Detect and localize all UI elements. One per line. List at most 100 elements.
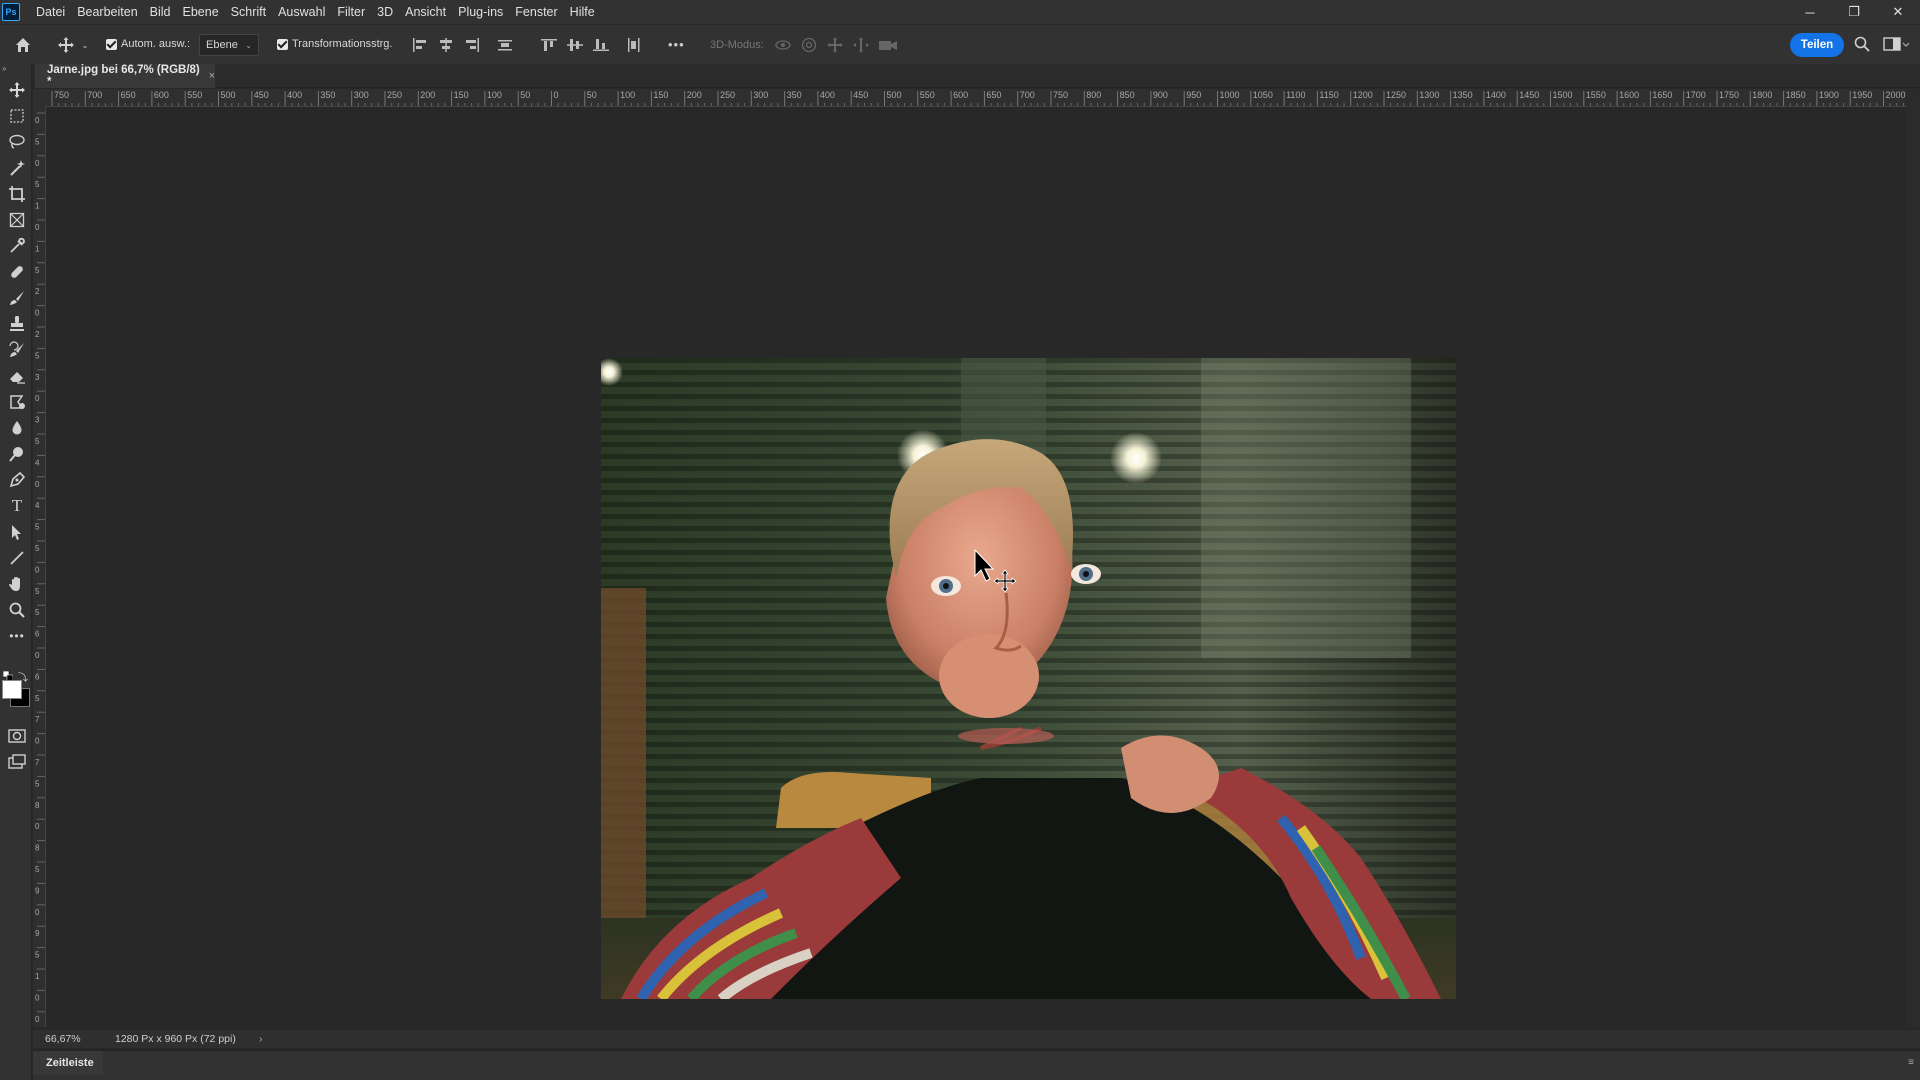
3d-roll-icon[interactable] [800, 36, 818, 57]
close-tab-icon[interactable]: × [209, 70, 215, 82]
search-icon[interactable] [1853, 35, 1871, 56]
layer-group-dropdown[interactable]: Ebene ⌄ [199, 34, 259, 56]
menu-ebene[interactable]: Ebene [177, 0, 225, 24]
brush-tool-icon[interactable] [4, 286, 30, 310]
marquee-tool-icon[interactable] [4, 104, 30, 128]
move-tool-preset-icon[interactable] [56, 35, 76, 55]
canvas-area[interactable] [47, 108, 1906, 1026]
menu-datei[interactable]: Datei [30, 0, 71, 24]
close-button[interactable]: ✕ [1876, 0, 1920, 24]
ruler-label: 600 [953, 90, 968, 100]
collapse-toolbar-icon[interactable]: » [2, 64, 6, 73]
home-icon[interactable] [12, 34, 34, 56]
transform-controls-option[interactable]: Transformationsstrg. [277, 38, 392, 50]
3d-pan-icon[interactable] [826, 36, 844, 57]
3d-camera-icon[interactable] [878, 36, 898, 57]
transform-controls-checkbox[interactable] [277, 38, 288, 50]
path-selection-tool-icon[interactable] [4, 520, 30, 544]
ruler-label: 5 [35, 865, 40, 874]
screen-mode-icon[interactable] [4, 750, 30, 774]
auto-select-option[interactable]: Autom. ausw.: [106, 38, 190, 50]
ruler-label: 1750 [1719, 90, 1739, 100]
timeline-tab[interactable]: Zeitleiste [33, 1051, 103, 1075]
align-top-icon[interactable] [536, 35, 562, 55]
clone-stamp-tool-icon[interactable] [4, 312, 30, 336]
line-tool-icon[interactable] [4, 546, 30, 570]
ruler-label: 6 [35, 630, 40, 639]
default-colors-icon[interactable] [2, 670, 14, 682]
auto-select-checkbox[interactable] [106, 38, 117, 50]
magic-wand-tool-icon[interactable] [4, 156, 30, 180]
align-bottom-icon[interactable] [588, 35, 614, 55]
document-tab-bar: Jarne.jpg bei 66,7% (RGB/8) * × [33, 64, 1920, 88]
pen-tool-icon[interactable] [4, 468, 30, 492]
distribute-icon[interactable] [492, 35, 518, 55]
edit-toolbar-icon[interactable]: ••• [4, 624, 30, 648]
ruler-label: 4 [35, 458, 40, 467]
dodge-tool-icon[interactable] [4, 442, 30, 466]
frame-tool-icon[interactable] [4, 208, 30, 232]
ruler-label: 1200 [1353, 90, 1373, 100]
3d-slide-icon[interactable] [852, 36, 870, 57]
ruler-label: 1000 [1220, 90, 1240, 100]
healing-brush-tool-icon[interactable] [4, 260, 30, 284]
status-info-menu-icon[interactable]: › [259, 1033, 263, 1045]
ruler-label: 0 [35, 565, 40, 574]
more-options-icon[interactable]: ••• [668, 37, 685, 52]
align-right-icon[interactable] [459, 35, 485, 55]
zoom-level[interactable]: 66,67% [45, 1033, 81, 1045]
move-tool-icon[interactable] [4, 78, 30, 102]
foreground-color-swatch[interactable] [2, 680, 22, 699]
restore-button[interactable]: ❐ [1832, 0, 1876, 24]
zoom-tool-icon[interactable] [4, 598, 30, 622]
ruler-origin[interactable] [33, 89, 46, 107]
distribute-vertical-icon[interactable] [621, 35, 647, 55]
menu-schrift[interactable]: Schrift [225, 0, 272, 24]
menu-hilfe[interactable]: Hilfe [564, 0, 601, 24]
panel-menu-icon[interactable]: ≡ [1908, 1057, 1914, 1068]
ruler-label: 2 [35, 287, 40, 296]
ruler-label: 5 [35, 137, 40, 146]
menu-bild[interactable]: Bild [144, 0, 177, 24]
document-tab[interactable]: Jarne.jpg bei 66,7% (RGB/8) * × [35, 64, 215, 88]
3d-orbit-icon[interactable] [774, 36, 792, 57]
chevron-down-icon[interactable]: ⌄ [80, 39, 90, 51]
document-image[interactable] [601, 358, 1456, 999]
blur-tool-icon[interactable] [4, 416, 30, 440]
quick-mask-icon[interactable] [4, 724, 30, 748]
history-brush-tool-icon[interactable] [4, 338, 30, 362]
menu-ansicht[interactable]: Ansicht [399, 0, 452, 24]
workspace-icon[interactable] [1883, 36, 1910, 55]
ruler-label: 0 [35, 394, 40, 403]
menu-filter[interactable]: Filter [331, 0, 371, 24]
vertical-scrollbar[interactable] [1906, 89, 1920, 1027]
align-vertical-center-icon[interactable] [562, 35, 588, 55]
gradient-tool-icon[interactable] [4, 390, 30, 414]
dropdown-arrow-icon: ⌄ [245, 40, 252, 50]
ruler-label: 250 [720, 90, 735, 100]
ruler-label: 1350 [1453, 90, 1473, 100]
ruler-label: 5 [35, 266, 40, 275]
align-left-icon[interactable] [407, 35, 433, 55]
menu-fenster[interactable]: Fenster [509, 0, 563, 24]
vertical-ruler[interactable]: 0505101520253035404550556065707580859095… [33, 107, 46, 1027]
crop-tool-icon[interactable] [4, 182, 30, 206]
share-button[interactable]: Teilen [1790, 33, 1844, 57]
horizontal-ruler[interactable]: 750 700 650 600 550 500 450 400 350 300 250 200 150 1… [46, 89, 1906, 107]
menu-3d[interactable]: 3D [371, 0, 399, 24]
eyedropper-tool-icon[interactable] [4, 234, 30, 258]
menu-bearbeiten[interactable]: Bearbeiten [71, 0, 143, 24]
eraser-tool-icon[interactable] [4, 364, 30, 388]
3d-mode-label: 3D-Modus: [710, 39, 764, 51]
ruler-label: 650 [986, 90, 1001, 100]
hand-tool-icon[interactable] [4, 572, 30, 596]
menu-plugins[interactable]: Plug-ins [452, 0, 509, 24]
document-tab-title: Jarne.jpg bei 66,7% (RGB/8) * [47, 64, 200, 88]
type-tool-icon[interactable]: T [4, 494, 30, 518]
ruler-label: 400 [287, 90, 302, 100]
menu-auswahl[interactable]: Auswahl [272, 0, 331, 24]
photo-of-child [601, 358, 1456, 999]
lasso-tool-icon[interactable] [4, 130, 30, 154]
align-horizontal-center-icon[interactable] [433, 35, 459, 55]
minimize-button[interactable]: ─ [1788, 0, 1832, 24]
